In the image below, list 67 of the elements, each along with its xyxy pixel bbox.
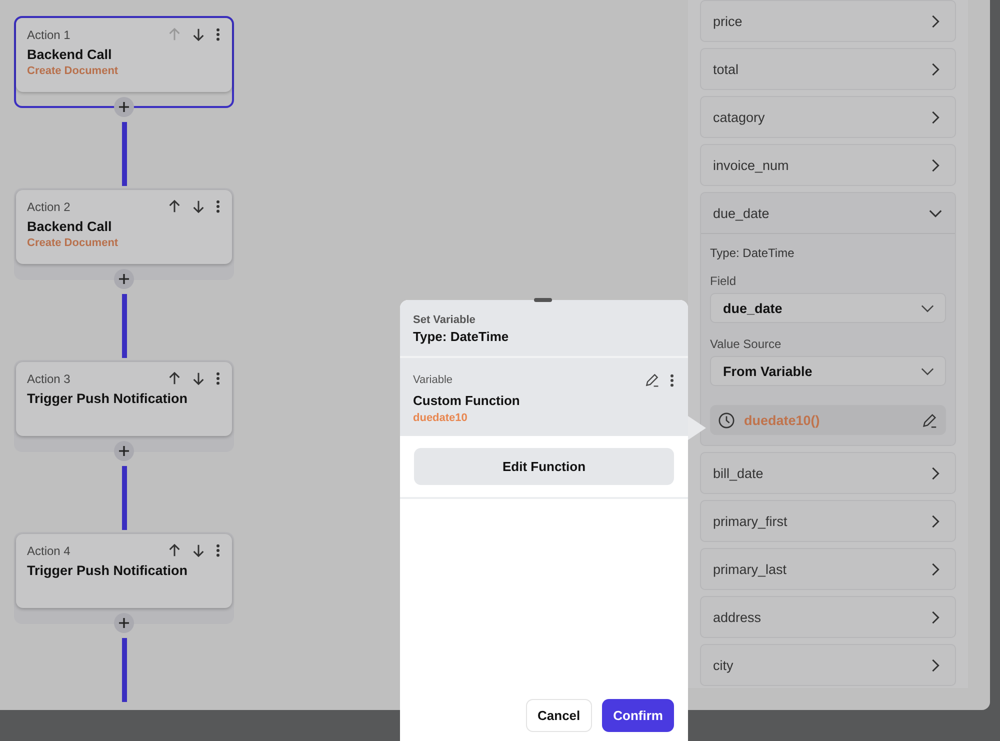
action-card[interactable]: Action 3 Trigger Push Notification bbox=[14, 360, 234, 452]
field-name: bill_date bbox=[713, 466, 764, 480]
action-card[interactable]: Action 4 Trigger Push Notification bbox=[14, 532, 234, 624]
field-name: address bbox=[713, 610, 762, 624]
more-icon[interactable] bbox=[215, 199, 221, 214]
more-icon[interactable] bbox=[215, 27, 221, 42]
action-subtitle: Create Document bbox=[27, 237, 120, 249]
arrow-down-icon[interactable] bbox=[191, 199, 206, 214]
action-title: Backend Call bbox=[27, 47, 113, 62]
field-item[interactable]: invoice_num bbox=[700, 144, 956, 186]
action-label: Action 3 bbox=[27, 372, 70, 386]
variable-title: Custom Function bbox=[413, 393, 521, 408]
arrow-down-icon[interactable] bbox=[191, 371, 206, 386]
field-name: total bbox=[713, 62, 739, 76]
field-dropdown[interactable]: due_date bbox=[710, 293, 946, 323]
action-card[interactable]: Action 1 Backend Call Create Document bbox=[14, 16, 234, 108]
action-label: Action 1 bbox=[27, 28, 70, 42]
field-name: primary_first bbox=[713, 514, 788, 528]
source-label: Value Source bbox=[710, 337, 782, 351]
action-title: Trigger Push Notification bbox=[27, 563, 189, 578]
clock-icon bbox=[718, 412, 735, 428]
pencil-icon[interactable] bbox=[644, 372, 660, 388]
add-icon[interactable] bbox=[114, 269, 134, 289]
arrow-up-icon[interactable] bbox=[167, 371, 182, 386]
arrow-down-icon[interactable] bbox=[191, 543, 206, 558]
more-icon[interactable] bbox=[215, 371, 221, 386]
add-icon[interactable] bbox=[114, 613, 134, 633]
pencil-icon[interactable] bbox=[921, 412, 938, 428]
drag-handle[interactable] bbox=[534, 298, 552, 302]
add-icon[interactable] bbox=[114, 97, 134, 117]
field-item[interactable]: total bbox=[700, 48, 956, 90]
field-item[interactable]: price bbox=[700, 0, 956, 42]
confirm-button[interactable]: Confirm bbox=[602, 699, 674, 732]
field-name: catagory bbox=[713, 110, 765, 124]
field-name: price bbox=[713, 14, 742, 28]
dialog-title: Type: DateTime bbox=[413, 329, 510, 344]
source-dropdown[interactable]: From Variable bbox=[710, 356, 946, 386]
add-icon[interactable] bbox=[114, 441, 134, 461]
arrow-down-icon[interactable] bbox=[191, 27, 206, 42]
field-item[interactable]: primary_first bbox=[700, 500, 956, 542]
field-name: city bbox=[713, 658, 734, 672]
more-icon[interactable] bbox=[669, 372, 675, 388]
dialog-kicker: Set Variable bbox=[413, 314, 476, 326]
field-item[interactable]: primary_last bbox=[700, 548, 956, 590]
field-item[interactable]: catagory bbox=[700, 96, 956, 138]
arrow-up-icon[interactable] bbox=[167, 543, 182, 558]
cancel-button[interactable]: Cancel bbox=[526, 699, 592, 732]
action-title: Trigger Push Notification bbox=[27, 391, 189, 406]
action-subtitle: Create Document bbox=[27, 65, 120, 77]
field-name: invoice_num bbox=[713, 158, 789, 172]
action-card[interactable]: Action 2 Backend Call Create Document bbox=[14, 188, 234, 280]
action-label: Action 2 bbox=[27, 200, 70, 214]
field-name: due_date bbox=[713, 206, 770, 220]
variable-name: duedate10 bbox=[413, 412, 468, 424]
action-label: Action 4 bbox=[27, 544, 70, 558]
variable-label: Variable bbox=[413, 374, 453, 386]
arrow-up-icon[interactable] bbox=[167, 199, 182, 214]
edit-function-button[interactable]: Edit Function bbox=[414, 448, 674, 485]
field-item[interactable]: bill_date bbox=[700, 452, 956, 494]
field-item[interactable]: city bbox=[700, 644, 956, 686]
field-label: Field bbox=[710, 274, 738, 288]
type-text: Type: DateTime bbox=[710, 246, 796, 260]
more-icon[interactable] bbox=[215, 543, 221, 558]
field-name: primary_last bbox=[713, 562, 787, 576]
field-item[interactable]: due_date Type: DateTime Field due_date Value Source From Variable duedate10() bbox=[700, 192, 956, 446]
field-item[interactable]: address bbox=[700, 596, 956, 638]
action-title: Backend Call bbox=[27, 219, 113, 234]
